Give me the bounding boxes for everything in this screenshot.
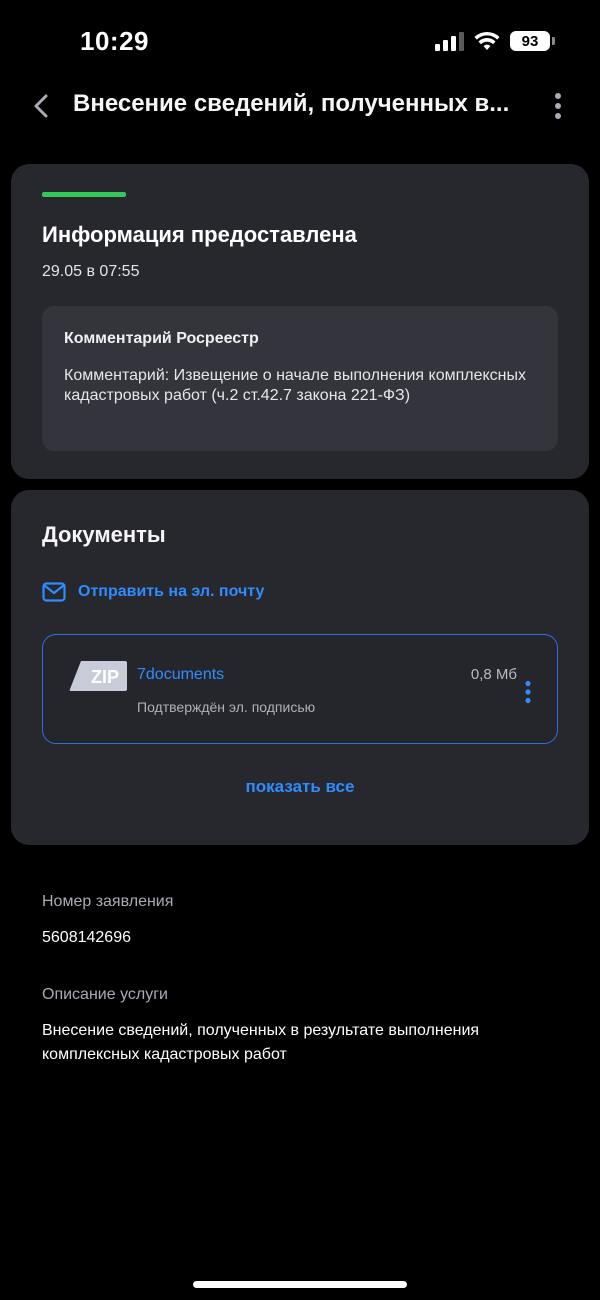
- application-number-label: Номер заявления: [42, 893, 174, 910]
- show-all-button[interactable]: показать все: [11, 777, 589, 797]
- more-vertical-icon[interactable]: [552, 92, 564, 120]
- page-title: Внесение сведений, полученных в...: [73, 90, 510, 117]
- comment-box: Комментарий Росреестр Комментарий: Извещ…: [42, 306, 558, 451]
- send-email-link[interactable]: Отправить на эл. почту: [42, 580, 264, 604]
- status-card: Информация предоставлена 29.05 в 07:55 К…: [11, 164, 589, 479]
- file-signature-status: Подтверждён эл. подписью: [137, 699, 316, 715]
- zip-file-icon: ZIP: [69, 661, 127, 691]
- battery-icon: 93: [510, 31, 555, 51]
- home-indicator[interactable]: [193, 1281, 407, 1288]
- application-number-value: 5608142696: [42, 929, 131, 946]
- status-title: Информация предоставлена: [42, 222, 357, 247]
- top-app-bar: Внесение сведений, полученных в...: [0, 80, 600, 132]
- signal-icon: [435, 31, 464, 51]
- send-email-label: Отправить на эл. почту: [78, 583, 265, 600]
- status-bar: 10:29 93: [0, 0, 600, 80]
- mail-icon: [42, 582, 66, 602]
- documents-card: Документы Отправить на эл. почту ZIP 7do…: [11, 490, 589, 845]
- status-icons: 93: [435, 30, 555, 52]
- file-size: 0,8 Мб: [470, 666, 517, 683]
- file-name[interactable]: 7documents: [137, 666, 224, 684]
- battery-level: 93: [521, 32, 539, 50]
- wifi-icon: [474, 31, 500, 50]
- status-progress-bar: [42, 192, 126, 197]
- zip-badge-label: ZIP: [91, 667, 119, 687]
- service-description-value: Внесение сведений, полученных в результа…: [42, 1022, 480, 1063]
- documents-title: Документы: [42, 522, 166, 547]
- service-description-label: Описание услуги: [42, 986, 168, 1003]
- file-more-icon[interactable]: [523, 680, 533, 704]
- status-time: 10:29: [80, 26, 149, 56]
- screen: 10:29 93 Внесение сведений, полученных в…: [0, 0, 600, 1300]
- chevron-left-icon[interactable]: [30, 92, 54, 120]
- comment-title: Комментарий Росреестр: [64, 330, 259, 347]
- document-file-item[interactable]: ZIP 7documents 0,8 Мб Подтверждён эл. по…: [42, 634, 558, 744]
- status-date: 29.05 в 07:55: [42, 263, 140, 280]
- comment-text: Комментарий: Извещение о начале выполнен…: [64, 367, 527, 404]
